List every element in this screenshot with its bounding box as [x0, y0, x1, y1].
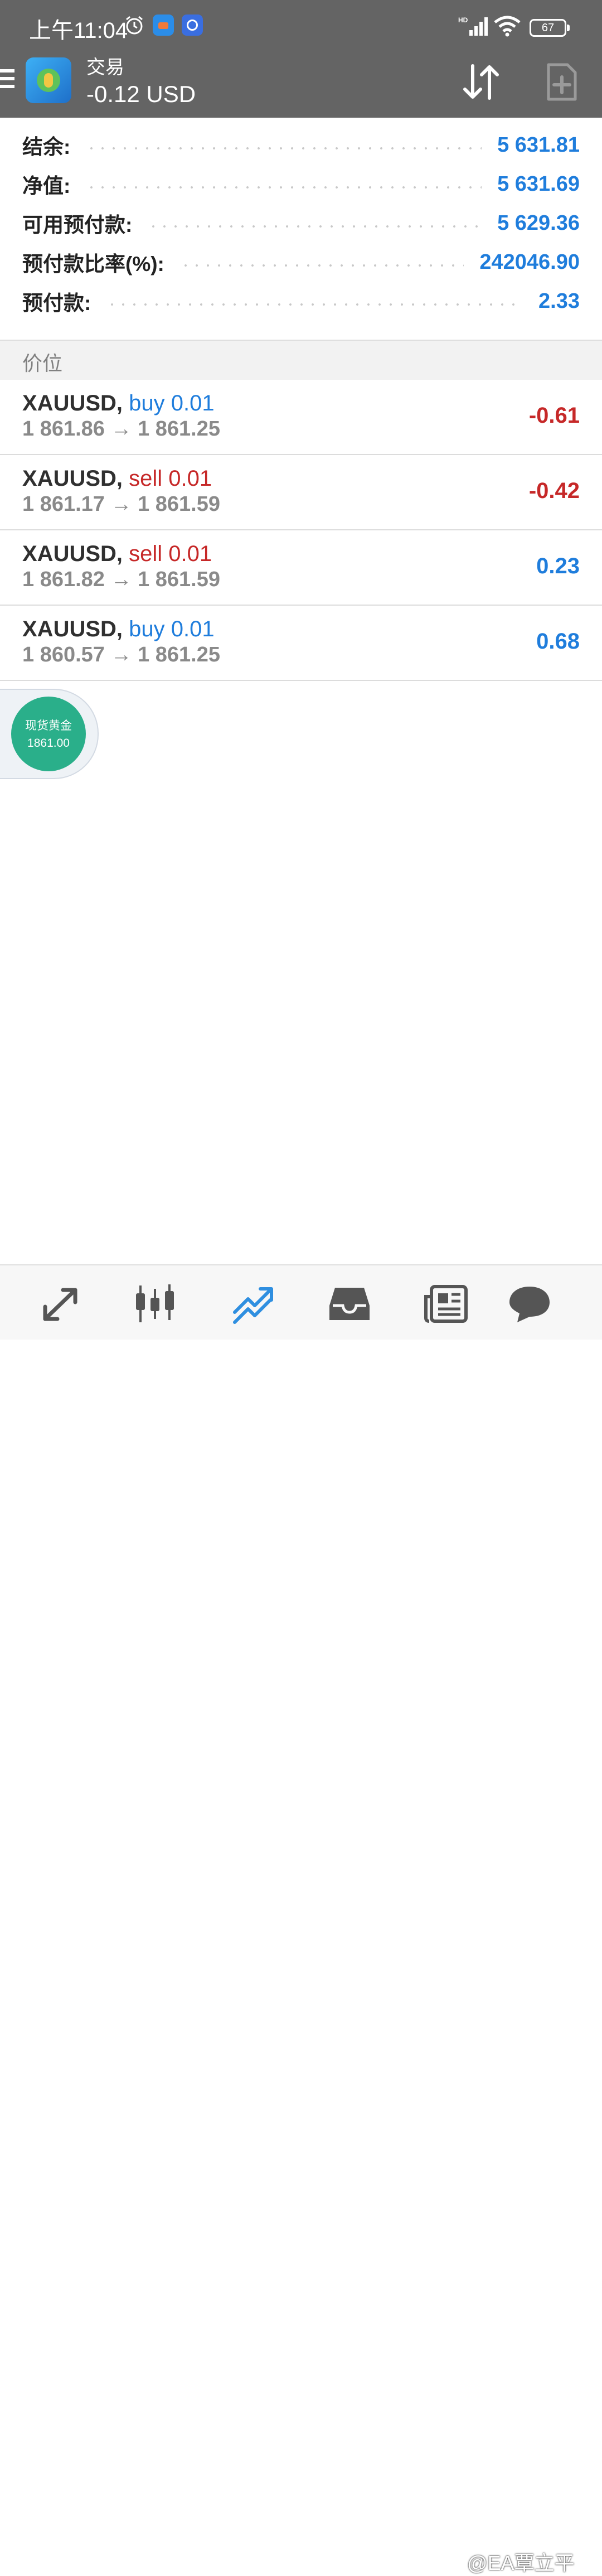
- open-price: 1 861.82: [22, 568, 105, 591]
- dotted-leader: [86, 147, 482, 149]
- summary-label: 可用预付款:: [22, 214, 133, 236]
- app-header: 上午11:04 HD 67 交易 -0.12 USD: [0, 0, 602, 118]
- metatrader-logo: [26, 57, 71, 103]
- dotted-leader: [148, 225, 482, 228]
- position-title: XAUUSD, buy 0.01: [22, 391, 215, 415]
- position-side: buy 0.01: [129, 391, 215, 415]
- margin-row: 预付款: 2.33: [22, 284, 580, 318]
- position-symbol: XAUUSD: [22, 391, 116, 415]
- current-price: 1 861.59: [138, 492, 220, 516]
- widget-name: 现货黄金: [25, 719, 72, 732]
- arrow-icon: →: [110, 492, 132, 516]
- open-price: 1 861.86: [22, 417, 105, 441]
- equity-row: 净值: 5 631.69: [22, 167, 580, 201]
- position-side: sell 0.01: [129, 466, 212, 491]
- position-row[interactable]: XAUUSD, sell 0.01 1 861.82 → 1 861.59 0.…: [0, 530, 602, 606]
- page-title: 交易: [86, 57, 124, 78]
- position-row[interactable]: XAUUSD, buy 0.01 1 860.57 → 1 861.25 0.6…: [0, 606, 602, 681]
- position-prices: 1 861.86 → 1 861.25: [22, 417, 220, 441]
- alarm-clock-icon: [126, 16, 143, 35]
- widget-price: 1861.00: [27, 737, 70, 750]
- watermark: @EA覃立平: [467, 2551, 575, 2574]
- dotted-leader: [179, 264, 464, 267]
- position-symbol: XAUUSD: [22, 466, 116, 491]
- arrow-icon: →: [110, 568, 132, 591]
- position-profit: -0.61: [528, 403, 580, 428]
- cellular-signal-icon: HD: [458, 16, 488, 36]
- positions-list: XAUUSD, buy 0.01 1 861.86 → 1 861.25 -0.…: [0, 380, 602, 681]
- arrow-icon: →: [110, 643, 132, 666]
- summary-label: 预付款:: [22, 292, 91, 315]
- position-prices: 1 860.57 → 1 861.25: [22, 643, 220, 667]
- position-side: buy 0.01: [129, 617, 215, 641]
- menu-icon[interactable]: [0, 69, 17, 93]
- current-price: 1 861.25: [138, 643, 220, 666]
- free-margin-row: 可用预付款: 5 629.36: [22, 206, 580, 240]
- position-row[interactable]: XAUUSD, buy 0.01 1 861.86 → 1 861.25 -0.…: [0, 380, 602, 455]
- open-price: 1 861.17: [22, 492, 105, 516]
- bottom-navigation: @EA覃立平: [0, 1264, 602, 2574]
- summary-value: 5 631.69: [497, 172, 580, 196]
- position-profit: -0.42: [528, 479, 580, 503]
- battery-level: 67: [541, 22, 555, 34]
- position-title: XAUUSD, buy 0.01: [22, 617, 215, 641]
- svg-text:HD: HD: [458, 16, 468, 24]
- summary-value: 2.33: [538, 289, 580, 313]
- position-side: sell 0.01: [129, 542, 212, 566]
- status-bar: 上午11:04 HD 67: [0, 0, 602, 53]
- margin-level-row: 预付款比率(%): 242046.90: [22, 245, 580, 279]
- summary-label: 预付款比率(%):: [22, 253, 164, 276]
- current-price: 1 861.59: [138, 568, 220, 591]
- current-price: 1 861.25: [138, 417, 220, 441]
- trade-trend-icon[interactable]: [231, 1283, 276, 1325]
- position-title: XAUUSD, sell 0.01: [22, 466, 212, 491]
- alipay-notification-icon: [153, 15, 174, 36]
- summary-value: 242046.90: [479, 250, 580, 274]
- sort-icon[interactable]: [459, 60, 503, 104]
- position-symbol: XAUUSD: [22, 617, 116, 641]
- app-notification-icon: [182, 15, 203, 36]
- spot-gold-bubble[interactable]: 现货黄金 1861.00: [11, 697, 86, 771]
- new-order-icon[interactable]: [546, 62, 577, 102]
- position-prices: 1 861.82 → 1 861.59: [22, 568, 220, 592]
- positions-section-header: 价位: [0, 340, 602, 381]
- quotes-arrows-icon[interactable]: [38, 1283, 83, 1325]
- battery-icon: 67: [530, 19, 570, 37]
- position-profit: 0.68: [536, 629, 580, 654]
- section-title: 价位: [22, 352, 63, 375]
- history-inbox-icon[interactable]: [327, 1283, 372, 1325]
- chat-bubble-icon[interactable]: [507, 1283, 552, 1325]
- wifi-icon: [494, 16, 521, 37]
- spot-gold-floating-widget[interactable]: 现货黄金 1861.00: [0, 689, 99, 779]
- position-title: XAUUSD, sell 0.01: [22, 542, 212, 566]
- summary-label: 净值:: [22, 175, 71, 197]
- news-icon[interactable]: [424, 1283, 468, 1325]
- summary-value: 5 631.81: [497, 133, 580, 157]
- position-prices: 1 861.17 → 1 861.59: [22, 492, 220, 516]
- dotted-leader: [106, 303, 523, 306]
- open-price: 1 860.57: [22, 643, 105, 666]
- status-time: 上午11:04: [29, 18, 128, 43]
- position-profit: 0.23: [536, 554, 580, 578]
- position-row[interactable]: XAUUSD, sell 0.01 1 861.17 → 1 861.59 -0…: [0, 455, 602, 530]
- arrow-icon: →: [110, 417, 132, 441]
- summary-label: 结余:: [22, 136, 71, 158]
- position-symbol: XAUUSD: [22, 542, 116, 566]
- floating-profit: -0.12 USD: [86, 81, 196, 107]
- account-summary: 结余: 5 631.81 净值: 5 631.69 可用预付款: 5 629.3…: [0, 118, 602, 340]
- summary-value: 5 629.36: [497, 211, 580, 235]
- dotted-leader: [86, 186, 482, 189]
- candlestick-chart-icon[interactable]: [133, 1283, 177, 1325]
- balance-row: 结余: 5 631.81: [22, 128, 580, 162]
